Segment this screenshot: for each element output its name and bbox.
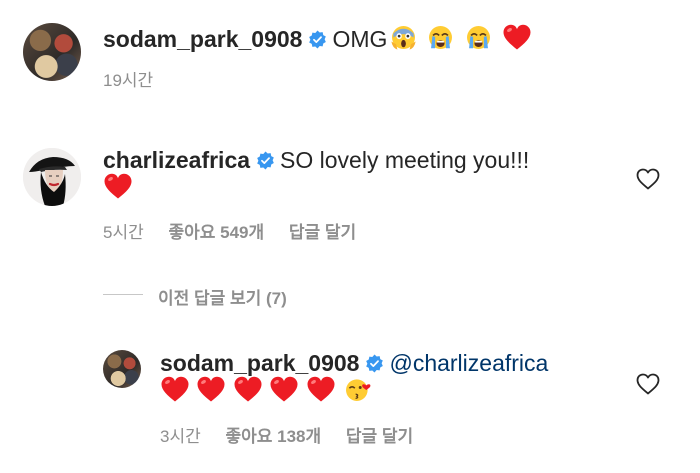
post-meta: 19시간 xyxy=(103,66,173,91)
comment-meta: 5시간 좋아요 549개 답글 달기 xyxy=(103,218,376,243)
replies-divider xyxy=(103,294,143,295)
reply-likes-count[interactable]: 좋아요 138개 xyxy=(225,427,321,446)
verified-badge-icon xyxy=(309,30,327,49)
view-previous-replies-label[interactable]: 이전 답글 보기 (7) xyxy=(158,289,287,308)
reply-timestamp: 3시간 xyxy=(160,427,201,446)
reply-username[interactable]: sodam_park_0908 xyxy=(160,350,359,376)
post-caption-text: OMG xyxy=(332,26,388,52)
red-heart-emoji-icon xyxy=(161,376,189,402)
red-heart-emoji-icon xyxy=(197,376,225,402)
comment-reply-button[interactable]: 답글 달기 xyxy=(289,223,356,242)
comment-like-heart-icon[interactable] xyxy=(636,168,660,190)
red-heart-emoji-icon xyxy=(234,376,262,402)
red-heart-emoji-icon xyxy=(503,24,531,50)
reply-reply-button[interactable]: 답글 달기 xyxy=(346,427,413,446)
comment-text: SO lovely meeting you!!! xyxy=(280,147,530,173)
comment-likes-count[interactable]: 좋아요 549개 xyxy=(168,223,264,242)
avatar[interactable] xyxy=(23,23,81,81)
view-previous-replies[interactable]: 이전 답글 보기 (7) xyxy=(158,284,307,309)
crying-emoji-icon xyxy=(429,26,453,49)
red-heart-emoji-icon xyxy=(104,173,132,199)
comment-body: charlizeafrica SO lovely meeting you!!! xyxy=(103,147,529,174)
avatar-image xyxy=(23,148,81,206)
scream-emoji-icon xyxy=(391,26,416,50)
avatar[interactable] xyxy=(23,148,81,206)
red-heart-emoji-icon xyxy=(270,376,298,402)
comment-timestamp: 5시간 xyxy=(103,223,144,242)
avatar[interactable] xyxy=(103,350,141,388)
kissing-heart-emoji-icon xyxy=(346,379,371,401)
post-username[interactable]: sodam_park_0908 xyxy=(103,26,302,52)
comment-emoji-line xyxy=(103,173,133,201)
reply-like-heart-icon[interactable] xyxy=(636,373,660,395)
comment-username[interactable]: charlizeafrica xyxy=(103,147,250,173)
red-heart-emoji-icon xyxy=(307,376,335,402)
reply-body: sodam_park_0908 @charlizeafrica xyxy=(160,350,548,377)
post-timestamp: 19시간 xyxy=(103,71,154,90)
verified-badge-icon xyxy=(366,354,384,373)
crying-emoji-icon xyxy=(466,26,490,49)
reply-emoji-line xyxy=(160,376,371,404)
reply-meta: 3시간 좋아요 138개 답글 달기 xyxy=(160,422,433,447)
post-caption: sodam_park_0908 OMG xyxy=(103,24,532,53)
verified-badge-icon xyxy=(257,151,274,170)
reply-mention-link[interactable]: @charlizeafrica xyxy=(389,350,548,376)
